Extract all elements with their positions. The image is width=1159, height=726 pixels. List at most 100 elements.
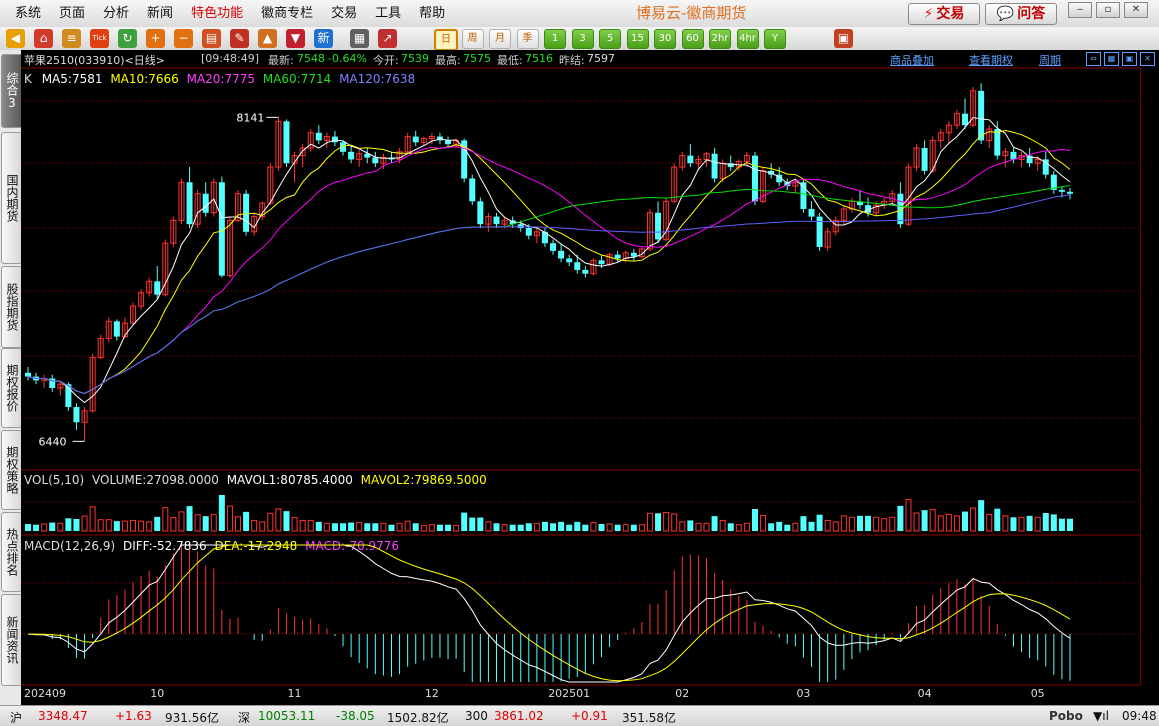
volume-bar-4 <box>57 522 64 532</box>
candle-body-61 <box>517 224 524 228</box>
volume-bar-6 <box>73 519 80 531</box>
candle-body-52 <box>445 140 452 145</box>
volume-bar-129 <box>1067 518 1073 531</box>
sz-change: -38.05 <box>336 709 375 723</box>
volume-bar-35 <box>307 519 314 532</box>
volume-bar-106 <box>881 518 888 532</box>
candle-body-0 <box>25 372 31 377</box>
volume-bar-19 <box>178 511 185 532</box>
volume-bar-60 <box>509 524 516 531</box>
volume-bar-94 <box>784 524 791 531</box>
volume-bar-40 <box>348 522 355 531</box>
volume-bar-68 <box>574 521 581 531</box>
volume-bar-127 <box>1050 514 1057 531</box>
kline-chart[interactable]: 8141 6440 202409 10 11 12 202501 02 03 04 05 <box>0 0 1159 705</box>
candle-body-6 <box>73 407 80 423</box>
x-tick-label-3: 12 <box>425 687 439 700</box>
candle-body-22 <box>202 193 209 213</box>
volume-bar-15 <box>146 521 153 532</box>
volume-bar-12 <box>121 520 128 532</box>
volume-bar-2 <box>41 523 48 532</box>
candle-body-68 <box>574 262 581 270</box>
volume-bar-8 <box>89 506 96 532</box>
volume-bar-36 <box>315 521 322 531</box>
volume-bar-93 <box>776 521 783 531</box>
volume-bar-9 <box>97 519 104 532</box>
volume-bar-75 <box>630 524 637 531</box>
candle-body-69 <box>582 269 589 274</box>
volume-bar-50 <box>428 524 435 532</box>
x-tick-label-8: 05 <box>1031 687 1045 700</box>
volume-bar-0 <box>25 524 31 531</box>
volume-bar-111 <box>921 510 928 531</box>
candle-body-32 <box>283 121 290 164</box>
volume-bar-73 <box>614 524 621 531</box>
volume-bar-116 <box>961 511 968 531</box>
low-marker-label: 6440 <box>39 435 67 448</box>
sh-amount: 931.56亿 <box>165 711 219 725</box>
candle-body-78 <box>655 212 662 240</box>
volume-bar-65 <box>550 523 557 531</box>
macd-diff-line <box>27 544 1071 683</box>
volume-bar-77 <box>646 512 653 532</box>
volume-bar-124 <box>1026 515 1033 531</box>
volume-bar-78 <box>655 513 662 531</box>
status-bar: 沪 3348.47 +1.63 931.56亿 深 10053.11 -38.0… <box>0 705 1159 726</box>
volume-bar-11 <box>113 521 120 531</box>
volume-bar-85 <box>711 516 718 531</box>
volume-bar-44 <box>380 522 387 532</box>
volume-bar-74 <box>622 524 629 532</box>
volume-bar-27 <box>243 511 250 531</box>
ma10-line <box>27 129 1071 395</box>
volume-bar-55 <box>469 517 476 531</box>
candle-body-128 <box>1058 189 1065 192</box>
volume-bar-105 <box>873 516 880 532</box>
candle-body-71 <box>598 260 605 265</box>
sh-change: +1.63 <box>115 709 152 723</box>
volume-bar-26 <box>235 516 242 532</box>
volume-bar-67 <box>566 524 573 531</box>
volume-bar-70 <box>590 522 597 532</box>
volume-bar-24 <box>218 495 225 531</box>
volume-bar-18 <box>170 517 177 532</box>
volume-bar-110 <box>913 512 920 532</box>
sh-label: 沪 <box>10 711 23 725</box>
candle-body-120 <box>994 128 1001 156</box>
volume-bar-118 <box>978 500 985 531</box>
volume-bar-109 <box>905 498 912 532</box>
candle-body-67 <box>566 258 573 263</box>
volume-bar-87 <box>727 523 734 531</box>
volume-bar-79 <box>663 512 670 532</box>
volume-bar-49 <box>420 524 427 532</box>
volume-bar-100 <box>832 521 839 532</box>
high-marker-label: 8141 <box>236 111 264 124</box>
candle-body-58 <box>493 216 500 225</box>
sz-index: 10053.11 <box>258 709 316 723</box>
candle-body-73 <box>614 254 621 259</box>
candle-body-11 <box>113 321 120 337</box>
brand-label: Pobo <box>1049 709 1083 723</box>
volume-bar-32 <box>283 511 290 531</box>
volume-bar-89 <box>743 522 750 532</box>
volume-bar-31 <box>275 508 282 532</box>
volume-bar-42 <box>364 523 371 531</box>
volume-bar-71 <box>598 524 605 531</box>
volume-bar-84 <box>703 522 710 532</box>
volume-bar-98 <box>816 514 823 531</box>
volume-bar-20 <box>186 506 193 531</box>
volume-bar-66 <box>558 521 565 531</box>
volume-bar-99 <box>824 519 831 532</box>
sz-amount: 1502.82亿 <box>387 711 449 725</box>
candle-body-90 <box>751 155 758 202</box>
volume-bar-48 <box>412 523 419 531</box>
candle-body-36 <box>315 132 322 141</box>
volume-bar-119 <box>986 513 993 532</box>
volume-bar-30 <box>267 512 274 532</box>
volume-bar-41 <box>356 522 363 532</box>
volume-bar-114 <box>945 513 952 532</box>
candle-body-27 <box>243 193 250 232</box>
c300-change: +0.91 <box>571 709 608 723</box>
volume-bar-21 <box>194 514 201 532</box>
volume-bar-46 <box>396 522 403 532</box>
candle-body-56 <box>477 201 484 225</box>
